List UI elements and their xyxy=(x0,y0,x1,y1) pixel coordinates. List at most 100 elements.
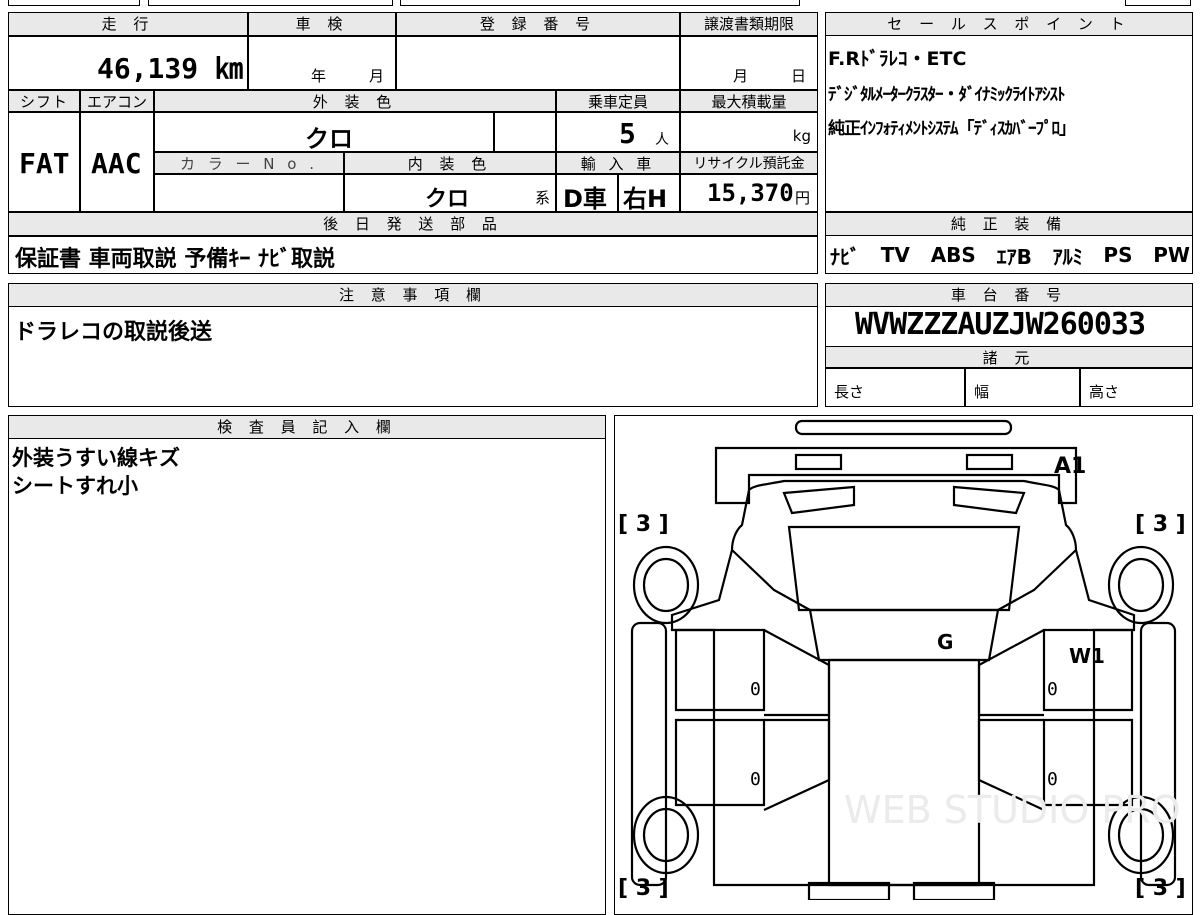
chassis-header: 車 台 番 号 xyxy=(825,283,1193,307)
sales-points-box xyxy=(825,12,1193,212)
ext-color-cell: クロ xyxy=(154,112,494,153)
headlight-right-shape xyxy=(952,485,1026,515)
spec-height-label: 高さ xyxy=(1089,383,1120,401)
import-value-1: D車 xyxy=(563,185,607,213)
chassis-number: WVWZZZAUZJW260033 xyxy=(855,307,1146,342)
shaken-month: 月 xyxy=(369,67,385,85)
max-load-cell: kg xyxy=(680,112,818,152)
capacity-cell: 5 人 xyxy=(556,112,680,152)
shaken-cell: 年 月 xyxy=(248,36,396,90)
mark-w1: W1 xyxy=(1069,644,1105,668)
equipment-item-alloy: ｱﾙﾐ xyxy=(1052,244,1083,269)
tire-front-right-inner-shape xyxy=(1117,557,1165,613)
front-bumper-shape xyxy=(794,419,1013,436)
max-load-header: 最大積載量 xyxy=(680,90,818,112)
later-parts-cell: 保証書 車両取説 予備ｷｰ ﾅﾋﾞ取説 xyxy=(8,236,818,274)
inspector-header: 検 査 員 記 入 欄 xyxy=(8,415,606,439)
right-window-front-shape xyxy=(977,629,1045,717)
top-partial-cell xyxy=(8,0,140,6)
top-partial-cell xyxy=(400,0,800,6)
tire-label-fr: [ 3 ] xyxy=(1135,512,1186,537)
headlight-left-shape xyxy=(782,485,856,515)
shift-header: シフト xyxy=(8,90,80,112)
top-partial-cell xyxy=(1125,0,1191,6)
notes-value: ドラレコの取説後送 xyxy=(14,320,213,345)
int-color-header: 内 装 色 xyxy=(344,152,556,174)
hood-shape xyxy=(714,446,1078,505)
tire-label-fl: [ 3 ] xyxy=(618,512,669,537)
door-zero: 0 xyxy=(750,769,761,790)
ext-color-value: クロ xyxy=(305,125,353,153)
load-unit: kg xyxy=(792,127,811,145)
shaken-year: 年 xyxy=(311,67,327,85)
ac-value: AAC xyxy=(91,147,142,180)
mark-a1: A1 xyxy=(1054,454,1086,479)
transfer-cell: 月 日 xyxy=(680,36,818,90)
ac-header: エアコン xyxy=(80,90,154,112)
tire-label-rl: [ 3 ] xyxy=(618,876,669,900)
equipment-item-ps: PS xyxy=(1103,243,1133,267)
mileage-cell: 46,139 ㎞ xyxy=(8,36,248,90)
equipment-item-tv: TV xyxy=(880,243,910,267)
recycle-value: 15,370 xyxy=(707,179,794,207)
registration-header: 登 録 番 号 xyxy=(396,12,680,36)
color-no-cell xyxy=(154,174,344,212)
transfer-day: 日 xyxy=(791,67,807,85)
top-partial-cell xyxy=(148,0,393,6)
import-header: 輸 入 車 xyxy=(556,152,680,174)
grille-right-shape xyxy=(965,453,1014,471)
import-cell-2: 右H xyxy=(618,174,680,213)
equipment-header: 純 正 装 備 xyxy=(825,212,1193,236)
shaken-header: 車 検 xyxy=(248,12,396,36)
spec-width-label: 幅 xyxy=(974,383,990,401)
roof-front-shape xyxy=(808,608,1000,662)
left-window-front-shape xyxy=(763,629,831,717)
spec-header: 諸 元 xyxy=(825,346,1193,368)
mileage-header: 走 行 xyxy=(8,12,248,36)
inspector-line: 外装うすい線キズ xyxy=(12,446,180,470)
door-zero: 0 xyxy=(750,679,761,700)
registration-cell xyxy=(396,36,680,90)
ext-color-header: 外 装 色 xyxy=(154,90,556,112)
grille-left-shape xyxy=(794,453,843,471)
int-color-suffix: 系 xyxy=(535,189,551,207)
capacity-value: 5 xyxy=(619,117,636,150)
later-parts-value: 保証書 車両取説 予備ｷｰ ﾅﾋﾞ取説 xyxy=(15,247,335,272)
sales-point-line: F.Rﾄﾞﾗﾚｺ・ETC xyxy=(828,48,967,70)
roof-shape xyxy=(827,658,981,887)
transfer-month: 月 xyxy=(733,67,749,85)
windshield-shape xyxy=(787,525,1021,612)
car-diagram: A1 G W1 [ 3 ] [ 3 ] [ 3 ] [ 3 ] 0 0 0 0 … xyxy=(618,419,1186,900)
ac-cell: AAC xyxy=(80,112,154,212)
shift-cell: FAT xyxy=(8,112,80,212)
left-window-rear-shape xyxy=(763,718,831,811)
equipment-item-airbag: ｴｱB xyxy=(996,244,1032,269)
recycle-header: リサイクル預託金 xyxy=(680,152,818,174)
watermark: WEB STUDIO PRO xyxy=(844,788,1181,832)
spec-height-cell: 高さ xyxy=(1080,368,1193,407)
spec-width-cell: 幅 xyxy=(965,368,1080,407)
import-value-2: 右H xyxy=(623,185,668,213)
capacity-header: 乗車定員 xyxy=(556,90,680,112)
left-rear-door-shape xyxy=(674,718,766,807)
ext-color-sub-cell xyxy=(494,112,556,152)
equipment-item-navi: ﾅﾋﾞ xyxy=(830,244,860,269)
capacity-unit: 人 xyxy=(655,132,669,148)
later-parts-header: 後 日 発 送 部 品 xyxy=(8,212,818,236)
color-no-header: カ ラ ー N o . xyxy=(154,152,344,174)
int-color-value: クロ xyxy=(425,187,470,212)
recycle-cell: 15,370 円 xyxy=(680,174,818,212)
shift-value: FAT xyxy=(19,147,70,180)
sales-points-header: セ ー ル ス ポ イ ン ト xyxy=(825,12,1193,36)
equipment-item-abs: ABS xyxy=(930,243,976,267)
right-side-sill-shape xyxy=(1139,621,1177,887)
tire-label-rr: [ 3 ] xyxy=(1135,876,1186,900)
inspector-line: シートすれ小 xyxy=(12,474,138,498)
tire-front-left-inner-shape xyxy=(642,557,690,613)
sales-point-line: 純正ｲﾝﾌｫﾃｨﾒﾝﾄｼｽﾃﾑ「ﾃﾞｨｽｶﾊﾞｰﾌﾟﾛ」 xyxy=(828,119,1076,139)
door-zero: 0 xyxy=(1047,679,1058,700)
recycle-unit: 円 xyxy=(795,189,811,207)
mileage-value: 46,139 ㎞ xyxy=(96,52,243,85)
transfer-deadline-header: 譲渡書類期限 xyxy=(680,12,818,36)
mark-g: G xyxy=(937,630,953,654)
